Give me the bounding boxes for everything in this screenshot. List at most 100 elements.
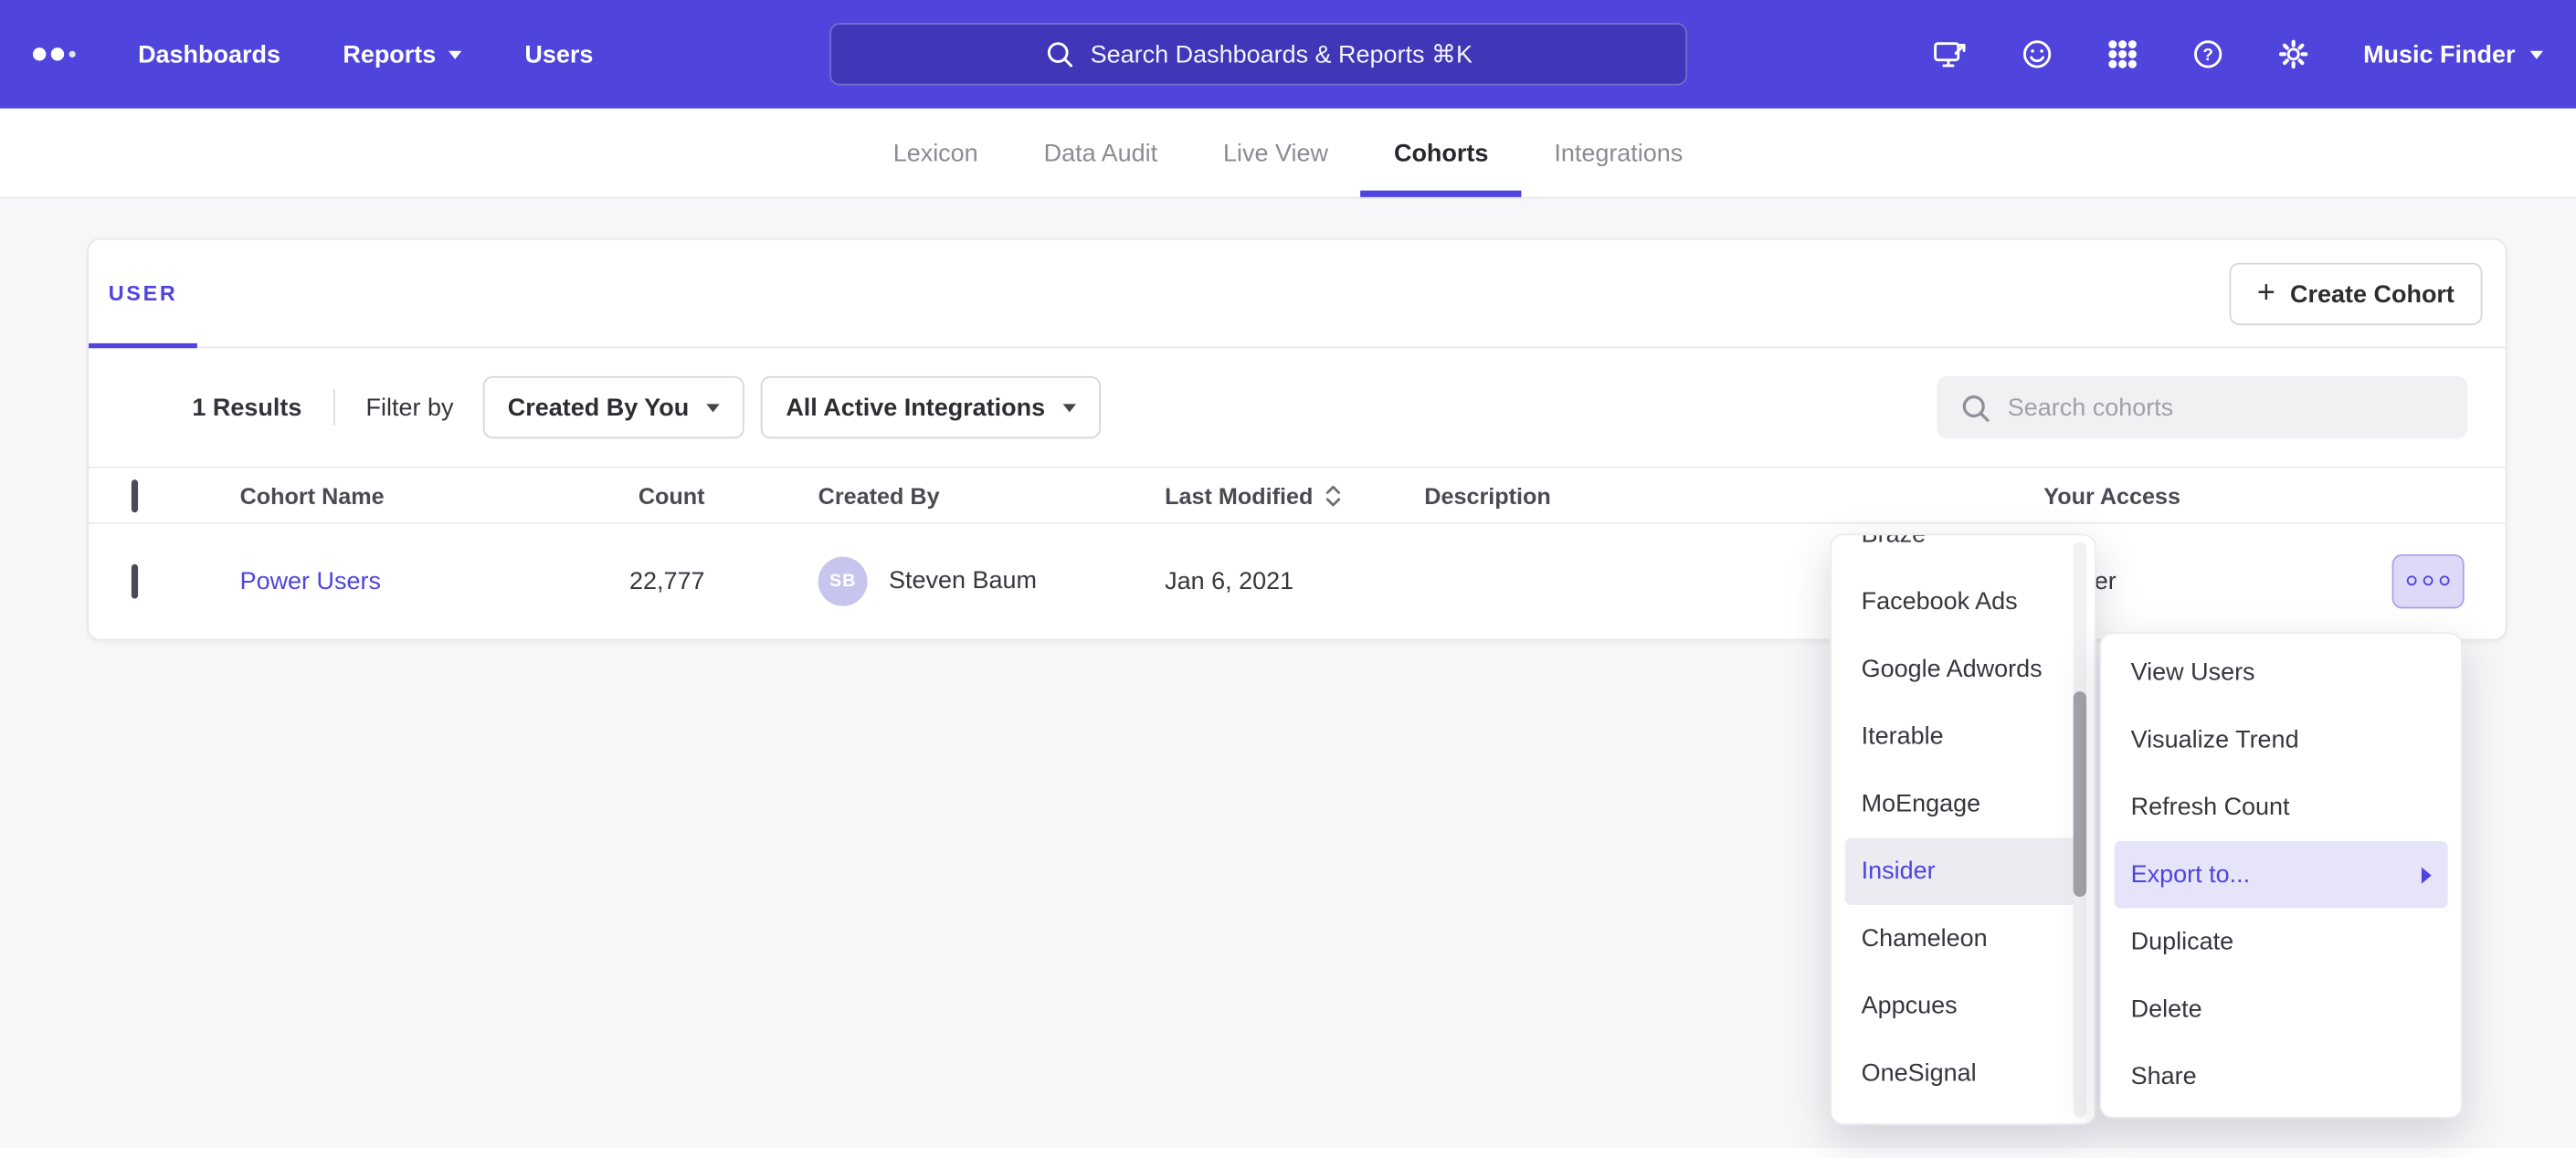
cohort-search-box	[1937, 376, 2467, 438]
column-header-your-access[interactable]: Your Access	[2043, 482, 2180, 509]
tab-data-audit[interactable]: Data Audit	[1011, 109, 1190, 197]
tab-live-view-label: Live View	[1223, 139, 1328, 167]
created-by-name: Steven Baum	[889, 566, 1037, 595]
global-search-input[interactable]: Search Dashboards & Reports ⌘K	[829, 23, 1687, 85]
nav-dashboards[interactable]: Dashboards	[138, 40, 280, 68]
vertical-divider	[333, 389, 335, 426]
menu-item-delete[interactable]: Delete	[2101, 975, 2461, 1043]
tab-data-audit-label: Data Audit	[1044, 139, 1157, 167]
nav-reports[interactable]: Reports	[343, 40, 462, 68]
svg-text:?: ?	[2203, 46, 2214, 65]
cohort-search-input[interactable]	[2008, 394, 2444, 422]
created-by-cell: SB Steven Baum	[818, 556, 1037, 605]
submenu-item-onesignal[interactable]: OneSignal	[1832, 1039, 2095, 1107]
sort-icon[interactable]	[1325, 484, 1343, 507]
account-label: Music Finder	[2363, 40, 2515, 68]
last-modified-label: Last Modified	[1165, 482, 1313, 509]
table-header: Cohort Name Count Created By Last Modifi…	[89, 467, 2506, 524]
filters-row: 1 Results Filter by Created By You All A…	[89, 348, 2506, 466]
apps-grid-icon[interactable]	[2107, 37, 2140, 70]
primary-nav: Dashboards Reports Users	[138, 40, 593, 68]
submenu-item-braze[interactable]: Braze	[1832, 534, 2095, 569]
tab-lexicon[interactable]: Lexicon	[860, 109, 1011, 197]
column-header-created-by[interactable]: Created By	[818, 482, 940, 509]
search-icon	[1960, 392, 1991, 423]
search-icon	[1044, 39, 1073, 68]
nav-users-label: Users	[524, 40, 593, 68]
page-bottom	[0, 1148, 2576, 1158]
page: Dashboards Reports Users Search Dashboar…	[0, 0, 2576, 1158]
integrations-filter-label: All Active Integrations	[786, 394, 1045, 422]
create-cohort-label: Create Cohort	[2290, 280, 2455, 309]
submenu-item-moengage[interactable]: MoEngage	[1832, 770, 2095, 837]
export-to-label: Export to...	[2131, 860, 2250, 889]
tab-integrations-label: Integrations	[1554, 139, 1683, 167]
tab-cohorts[interactable]: Cohorts	[1361, 109, 1521, 197]
table-row: Power Users 22,777 SB Steven Baum Jan 6,…	[89, 524, 2506, 637]
row-context-menu: View Users Visualize Trend Refresh Count…	[2099, 632, 2462, 1118]
created-by-filter-dropdown[interactable]: Created By You	[483, 376, 745, 438]
last-modified-value: Jan 6, 2021	[1165, 566, 1293, 595]
settings-gear-icon[interactable]	[2278, 37, 2311, 70]
select-all-checkbox[interactable]	[132, 479, 138, 511]
menu-item-export-to[interactable]: Export to...	[2115, 841, 2448, 909]
chevron-down-icon	[2530, 50, 2543, 58]
submenu-item-iterable[interactable]: Iterable	[1832, 703, 2095, 771]
results-count: 1 Results	[192, 394, 301, 422]
integrations-filter-dropdown[interactable]: All Active Integrations	[761, 376, 1101, 438]
tab-integrations[interactable]: Integrations	[1521, 109, 1716, 197]
chevron-down-icon	[1063, 404, 1076, 412]
menu-item-view-users[interactable]: View Users	[2101, 639, 2461, 707]
menu-item-share[interactable]: Share	[2101, 1043, 2461, 1111]
submenu-item-appcues[interactable]: Appcues	[1832, 973, 2095, 1040]
row-more-actions-button[interactable]	[2392, 553, 2465, 607]
nav-reports-label: Reports	[343, 40, 436, 68]
tab-cohorts-label: Cohorts	[1394, 139, 1488, 167]
dot-icon	[2423, 575, 2433, 585]
filter-by-label: Filter by	[366, 394, 454, 422]
plus-icon: +	[2257, 277, 2275, 308]
chevron-down-icon	[707, 404, 720, 412]
submenu-item-google-adwords[interactable]: Google Adwords	[1832, 636, 2095, 703]
data-export-icon[interactable]	[1933, 37, 1969, 70]
menu-item-refresh-count[interactable]: Refresh Count	[2101, 774, 2461, 841]
submenu-scrollbar-thumb[interactable]	[2074, 691, 2086, 897]
column-header-cohort-name[interactable]: Cohort Name	[240, 482, 385, 509]
column-header-last-modified[interactable]: Last Modified	[1165, 482, 1343, 509]
submenu-item-facebook-ads[interactable]: Facebook Ads	[1832, 568, 2095, 636]
section-tabs: Lexicon Data Audit Live View Cohorts Int…	[0, 109, 2576, 199]
help-icon[interactable]: ?	[2192, 37, 2225, 70]
nav-dashboards-label: Dashboards	[138, 40, 280, 68]
dot-icon	[2407, 575, 2417, 585]
avatar: SB	[818, 556, 868, 605]
created-by-filter-label: Created By You	[508, 394, 689, 422]
cohorts-card: USER + Create Cohort 1 Results Filter by…	[87, 238, 2507, 641]
chevron-down-icon	[449, 50, 462, 58]
column-header-count[interactable]: Count	[491, 482, 705, 509]
card-header: USER + Create Cohort	[89, 240, 2506, 349]
tab-live-view[interactable]: Live View	[1190, 109, 1361, 197]
submenu-item-insider[interactable]: Insider	[1845, 837, 2078, 905]
app-logo-icon[interactable]	[33, 37, 76, 70]
tab-lexicon-label: Lexicon	[893, 139, 978, 167]
menu-item-duplicate[interactable]: Duplicate	[2101, 909, 2461, 976]
create-cohort-button[interactable]: + Create Cohort	[2229, 263, 2482, 325]
top-navbar: Dashboards Reports Users Search Dashboar…	[0, 0, 2576, 109]
cohort-name-link[interactable]: Power Users	[240, 566, 381, 595]
submenu-arrow-icon	[2422, 867, 2432, 883]
account-menu[interactable]: Music Finder	[2363, 40, 2543, 68]
export-destinations-list: Braze Facebook Ads Google Adwords Iterab…	[1832, 534, 2095, 1108]
global-search-placeholder: Search Dashboards & Reports ⌘K	[1091, 39, 1473, 68]
row-checkbox[interactable]	[132, 563, 138, 598]
export-destinations-submenu: Braze Facebook Ads Google Adwords Iterab…	[1830, 534, 2096, 1125]
feedback-smiley-icon[interactable]	[2022, 37, 2054, 70]
cohort-count-value: 22,777	[491, 566, 705, 595]
topbar-actions: ? Music Finder	[1933, 0, 2543, 109]
nav-users[interactable]: Users	[524, 40, 593, 68]
submenu-item-chameleon[interactable]: Chameleon	[1832, 905, 2095, 973]
user-section-tab-label: USER	[109, 281, 178, 306]
user-section-tab[interactable]: USER	[89, 240, 197, 347]
dot-icon	[2440, 575, 2450, 585]
menu-item-visualize-trend[interactable]: Visualize Trend	[2101, 706, 2461, 774]
column-header-description[interactable]: Description	[1424, 482, 1551, 509]
